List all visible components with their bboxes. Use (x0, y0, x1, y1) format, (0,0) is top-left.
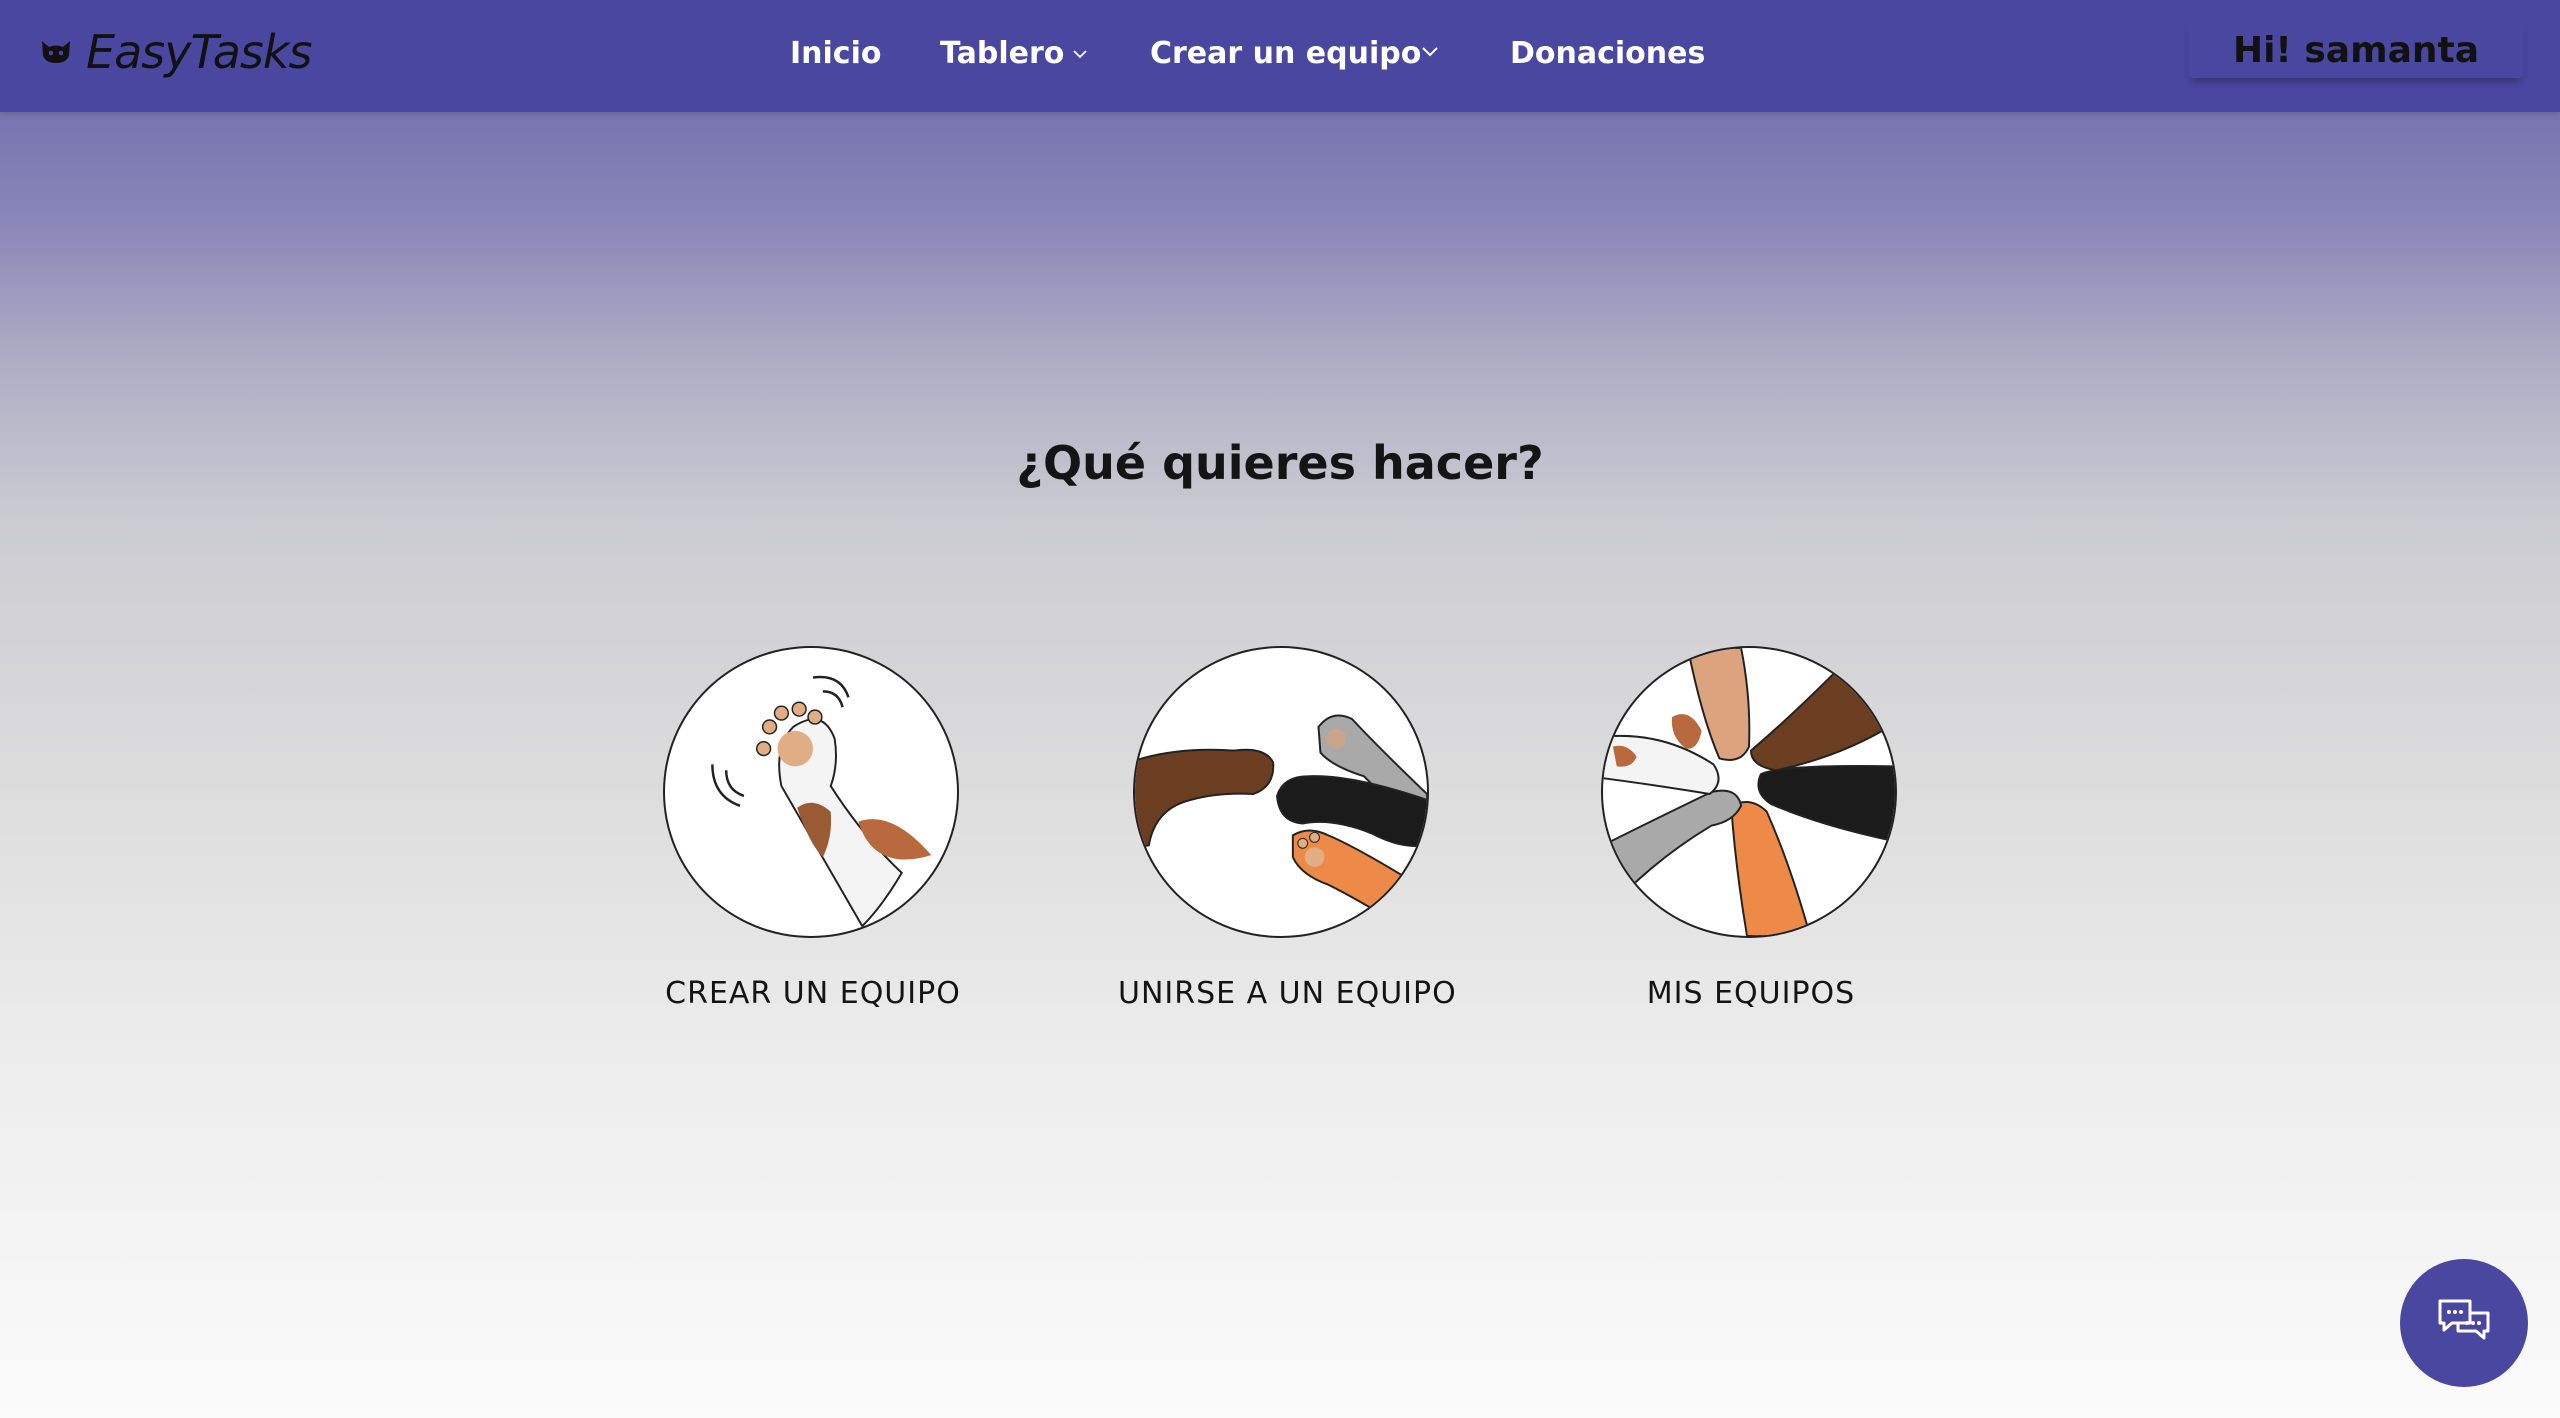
join-team-image[interactable] (1133, 646, 1429, 938)
paws-joining-icon (1135, 714, 1427, 916)
nav-inicio[interactable]: Inicio (790, 30, 881, 76)
nav-tablero-dropdown[interactable]: Tablero (940, 30, 1088, 76)
nav-donaciones[interactable]: Donaciones (1510, 30, 1705, 76)
paws-circle-icon (1603, 648, 1895, 936)
nav-crear-equipo-label: Crear un equipo (1150, 35, 1422, 71)
join-team-label: UNIRSE A UN EQUIPO (1118, 976, 1457, 1011)
brand[interactable]: EasyTasks (40, 22, 312, 82)
nav-tablero-label: Tablero (940, 35, 1065, 71)
my-teams-image[interactable] (1601, 646, 1897, 938)
my-teams-label: MIS EQUIPOS (1646, 976, 1856, 1011)
nav-donaciones-label: Donaciones (1510, 35, 1706, 71)
chevron-down-icon[interactable] (1420, 42, 1440, 62)
chat-bubbles-icon (2438, 1299, 2490, 1340)
waving-paw-icon (711, 675, 932, 928)
chat-button[interactable] (2400, 1259, 2528, 1387)
nav-crear-equipo-dropdown[interactable]: Crear un equipo (1150, 30, 1421, 76)
top-navbar: EasyTasks Inicio Tablero Crear un equipo… (0, 0, 2560, 112)
create-team-label: CREAR UN EQUIPO (665, 976, 961, 1011)
user-greeting-text: Hi! samanta (2232, 29, 2480, 71)
user-menu[interactable]: Hi! samanta (2188, 22, 2524, 78)
nav-inicio-label: Inicio (790, 35, 882, 71)
brand-name: EasyTasks (86, 25, 312, 79)
create-team-image[interactable] (663, 646, 959, 938)
chevron-down-icon (1073, 50, 1087, 59)
cat-icon (42, 41, 70, 63)
page-heading: ¿Qué quieres hacer? (1016, 436, 1544, 490)
